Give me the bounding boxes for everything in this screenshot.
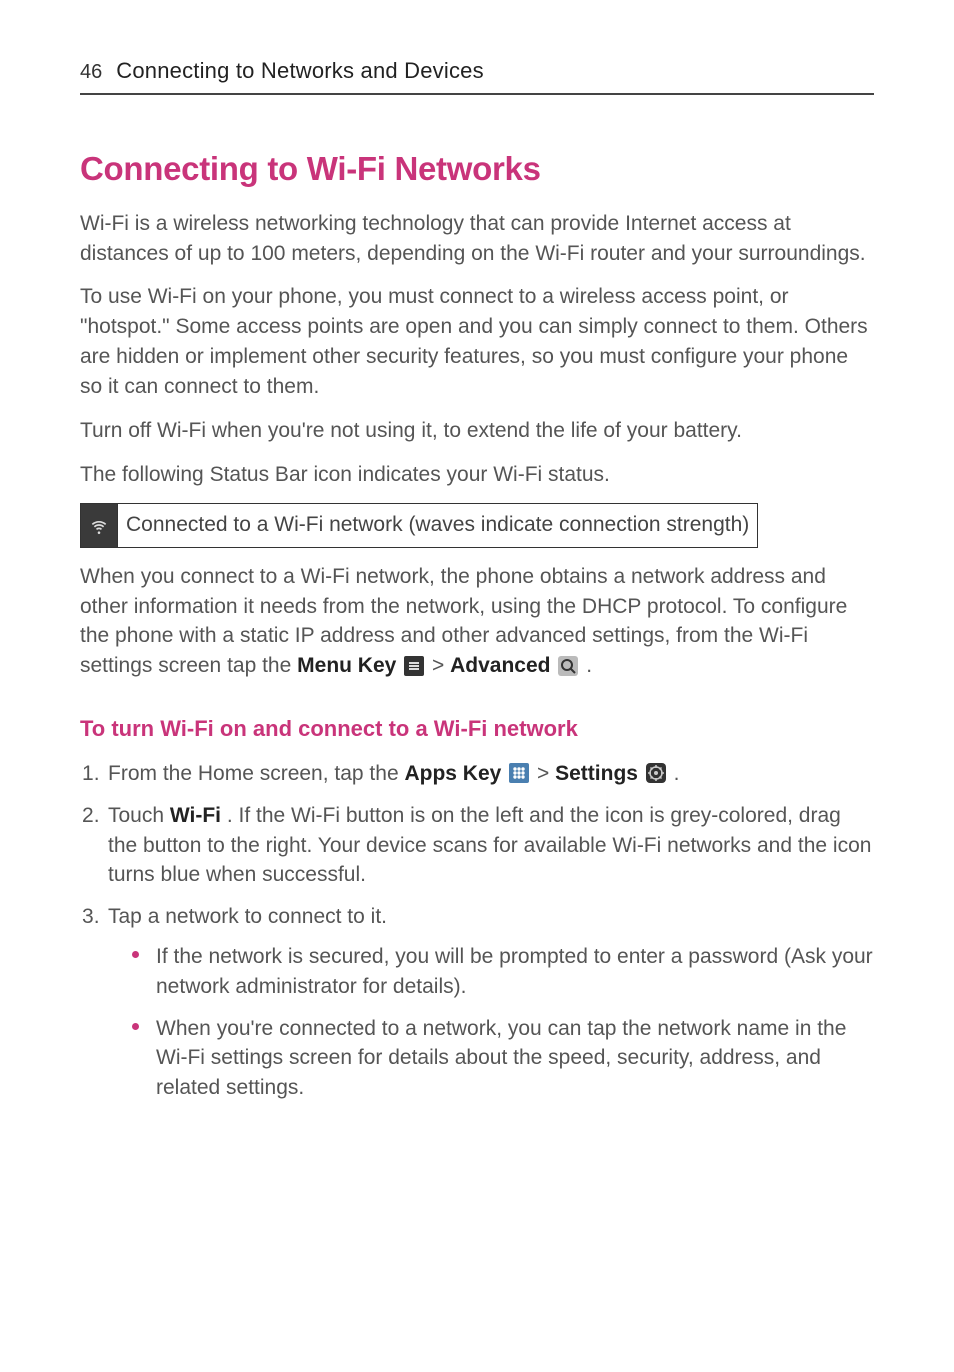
bullet-1: If the network is secured, you will be p… — [132, 942, 874, 1002]
bullet-2: When you're connected to a network, you … — [132, 1014, 874, 1103]
intro-paragraph-4: The following Status Bar icon indicates … — [80, 460, 874, 490]
advanced-label: Advanced — [450, 654, 550, 677]
step-3-text: Tap a network to connect to it. — [108, 905, 387, 928]
step-2-pre: Touch — [108, 804, 170, 827]
step-3-bullets: If the network is secured, you will be p… — [108, 942, 874, 1103]
settings-icon — [646, 763, 666, 783]
step-1: From the Home screen, tap the Apps Key >… — [80, 759, 874, 789]
step-3: Tap a network to connect to it. If the n… — [80, 902, 874, 1103]
period: . — [586, 654, 592, 677]
wifi-status-icon-cell — [81, 504, 118, 547]
step-2-post: . If the Wi-Fi button is on the left and… — [108, 804, 871, 887]
apps-key-label: Apps Key — [404, 762, 501, 785]
wifi-icon — [89, 516, 109, 536]
advanced-icon — [558, 656, 578, 676]
intro-paragraph-3: Turn off Wi-Fi when you're not using it,… — [80, 416, 874, 446]
steps-list: From the Home screen, tap the Apps Key >… — [80, 759, 874, 1103]
header-section-title: Connecting to Networks and Devices — [116, 55, 484, 87]
gt-separator: > — [537, 762, 555, 785]
gt-separator: > — [432, 654, 450, 677]
menu-key-label: Menu Key — [297, 654, 396, 677]
intro-paragraph-2: To use Wi-Fi on your phone, you must con… — [80, 282, 874, 401]
table-row: Connected to a Wi-Fi network (waves indi… — [81, 504, 758, 547]
step-1-post: . — [674, 762, 680, 785]
page-number: 46 — [80, 58, 102, 87]
status-icon-table: Connected to a Wi-Fi network (waves indi… — [80, 503, 758, 547]
intro-paragraph-1: Wi-Fi is a wireless networking technolog… — [80, 209, 874, 269]
page-header: 46 Connecting to Networks and Devices — [80, 55, 874, 95]
dhcp-paragraph: When you connect to a Wi-Fi network, the… — [80, 562, 874, 681]
wifi-label: Wi-Fi — [170, 804, 221, 827]
step-2: Touch Wi-Fi . If the Wi-Fi button is on … — [80, 801, 874, 890]
apps-key-icon — [509, 763, 529, 783]
wifi-status-label: Connected to a Wi-Fi network (waves indi… — [118, 504, 758, 547]
settings-label: Settings — [555, 762, 638, 785]
main-heading: Connecting to Wi-Fi Networks — [80, 145, 874, 193]
step-1-pre: From the Home screen, tap the — [108, 762, 404, 785]
sub-heading: To turn Wi-Fi on and connect to a Wi-Fi … — [80, 713, 874, 745]
menu-key-icon — [404, 656, 424, 676]
